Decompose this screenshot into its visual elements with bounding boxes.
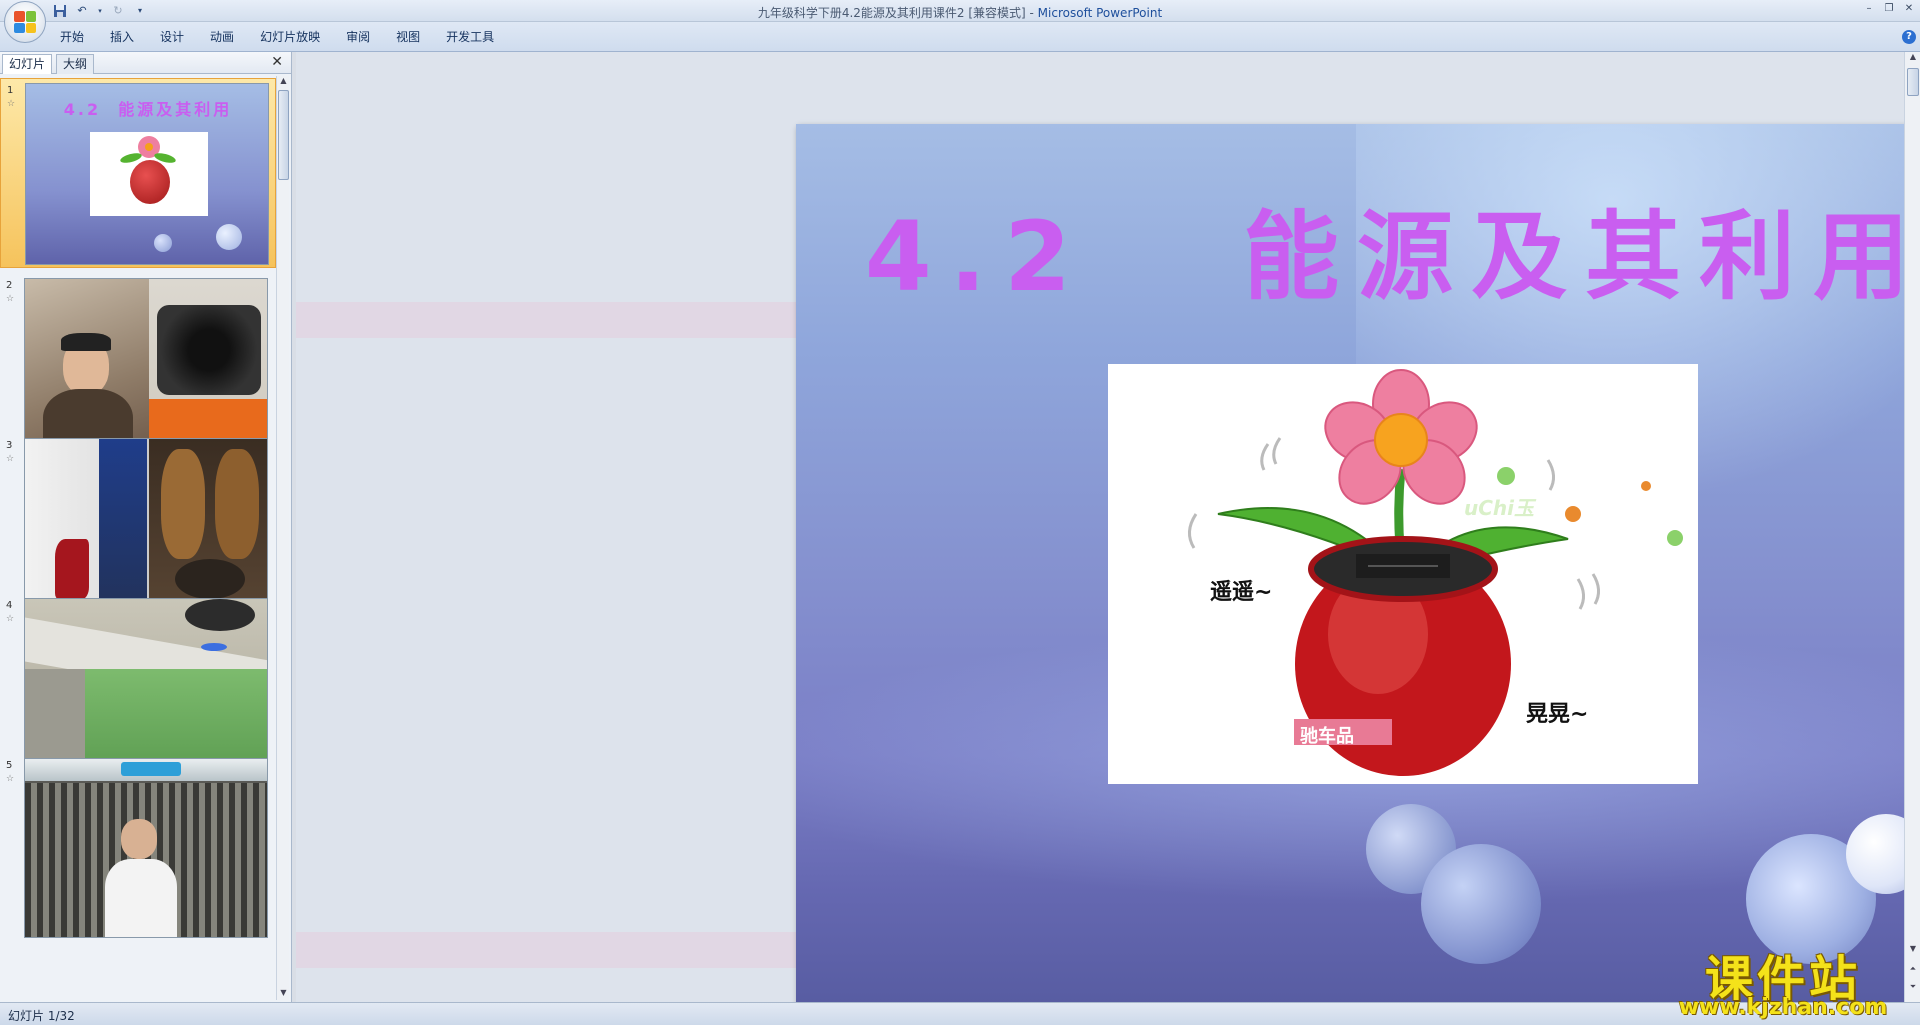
thumbnail-scrollbar[interactable]: ▲ ▼ (276, 76, 289, 1000)
slide-number: 1 (7, 85, 14, 96)
transition-star-icon: ☆ (6, 294, 15, 304)
thumbnail-image (24, 758, 268, 938)
slide-title[interactable]: 4.2 能源及其利用 (796, 179, 1920, 318)
decorative-ball (1421, 844, 1541, 964)
document-title: 九年级科学下册4.2能源及其利用课件2 [兼容模式] - (757, 6, 1038, 20)
tab-view[interactable]: 视图 (396, 29, 434, 45)
slide-number: 4 (6, 600, 13, 611)
slide-picture[interactable]: uChi玉 驰车品 遥遥~ 晃晃~ (1108, 364, 1698, 784)
slide-editor: 4.2 能源及其利用 uChi玉 驰车品 遥遥~ 晃晃~ (296, 52, 1920, 1025)
solar-flower-illustration (1188, 369, 1683, 776)
thumbnail-list: 1 ☆ 4.2 能源及其利用 2 ☆ 3 ☆ 4 ☆ 5 ☆ (0, 76, 276, 1000)
restore-icon[interactable]: ❐ (1882, 2, 1896, 16)
close-icon[interactable]: ✕ (1902, 2, 1916, 16)
scrollbar-thumb[interactable] (1907, 68, 1919, 96)
caption-sway: 遥遥~ (1210, 580, 1273, 605)
panel-tabs: 幻灯片 大纲 ✕ (0, 52, 291, 74)
app-name: Microsoft PowerPoint (1037, 6, 1163, 20)
slide-count: 幻灯片 1/32 (8, 1009, 75, 1023)
thumbnail-slide-1[interactable]: 1 ☆ 4.2 能源及其利用 (0, 78, 276, 268)
tab-animations[interactable]: 动画 (210, 29, 248, 45)
thumbnail-title: 4.2 能源及其利用 (63, 100, 233, 119)
status-bar: 幻灯片 1/32 (0, 1002, 1920, 1025)
scroll-down-icon[interactable]: ▼ (1905, 944, 1920, 958)
window-controls: – ❐ ✕ (1862, 2, 1916, 16)
slide-number: 2 (6, 280, 13, 291)
tab-slides[interactable]: 幻灯片 (2, 54, 53, 74)
scrollbar-thumb[interactable] (278, 90, 289, 180)
tab-slideshow[interactable]: 幻灯片放映 (260, 29, 334, 45)
office-button[interactable] (4, 1, 46, 43)
office-logo-icon (14, 11, 36, 33)
thumbnail-image: 4.2 能源及其利用 (25, 83, 269, 265)
transition-star-icon: ☆ (6, 774, 15, 784)
minimize-icon[interactable]: – (1862, 2, 1876, 16)
tab-design[interactable]: 设计 (160, 29, 198, 45)
transition-star-icon: ☆ (6, 454, 15, 464)
watermark-url: www.kjzhan.com (1678, 995, 1888, 1020)
ribbon: 开始 插入 设计 动画 幻灯片放映 审阅 视图 开发工具 ? (0, 22, 1920, 52)
thumbnail-slide-5[interactable]: 5 ☆ (0, 754, 276, 944)
transition-star-icon: ☆ (6, 614, 15, 624)
current-slide[interactable]: 4.2 能源及其利用 uChi玉 驰车品 遥遥~ 晃晃~ (796, 124, 1920, 1025)
tab-insert[interactable]: 插入 (110, 29, 148, 45)
slides-panel: 幻灯片 大纲 ✕ 1 ☆ 4.2 能源及其利用 2 ☆ 3 ☆ 4 ☆ 5 ☆ … (0, 52, 292, 1002)
scroll-up-icon[interactable]: ▲ (1905, 52, 1920, 66)
tab-review[interactable]: 审阅 (346, 29, 384, 45)
thumbnail-image (24, 278, 268, 460)
thumbnail-image (24, 598, 268, 780)
ribbon-tabs: 开始 插入 设计 动画 幻灯片放映 审阅 视图 开发工具 (60, 29, 520, 45)
tab-developer[interactable]: 开发工具 (446, 29, 508, 45)
tab-outline[interactable]: 大纲 (56, 54, 95, 74)
scroll-up-icon[interactable]: ▲ (277, 76, 290, 88)
leaf-label: uChi玉 (1464, 496, 1535, 520)
thumbnail-picture (90, 132, 208, 216)
previous-slide-icon[interactable]: ⏶ (1905, 964, 1920, 978)
help-icon[interactable]: ? (1902, 30, 1916, 44)
transition-star-icon: ☆ (7, 99, 16, 109)
caption-swing: 晃晃~ (1526, 702, 1589, 727)
thumbnail-image (24, 438, 268, 620)
watermark-logo: 课件站 www.kjzhan.com (1668, 939, 1898, 1023)
next-slide-icon[interactable]: ⏷ (1905, 982, 1920, 996)
window-title: 九年级科学下册4.2能源及其利用课件2 [兼容模式] - Microsoft P… (0, 4, 1920, 21)
slide-number: 3 (6, 440, 13, 451)
tab-home[interactable]: 开始 (60, 29, 98, 45)
title-bar: ↶ ▾ ↻ ▾ 九年级科学下册4.2能源及其利用课件2 [兼容模式] - Mic… (0, 0, 1920, 22)
slide-number: 5 (6, 760, 13, 771)
pot-label: 驰车品 (1300, 726, 1354, 747)
editor-scrollbar[interactable]: ▲ ▼ ⏶ ⏷ (1904, 52, 1920, 1002)
close-panel-icon[interactable]: ✕ (271, 54, 283, 70)
scroll-down-icon[interactable]: ▼ (277, 988, 290, 1000)
